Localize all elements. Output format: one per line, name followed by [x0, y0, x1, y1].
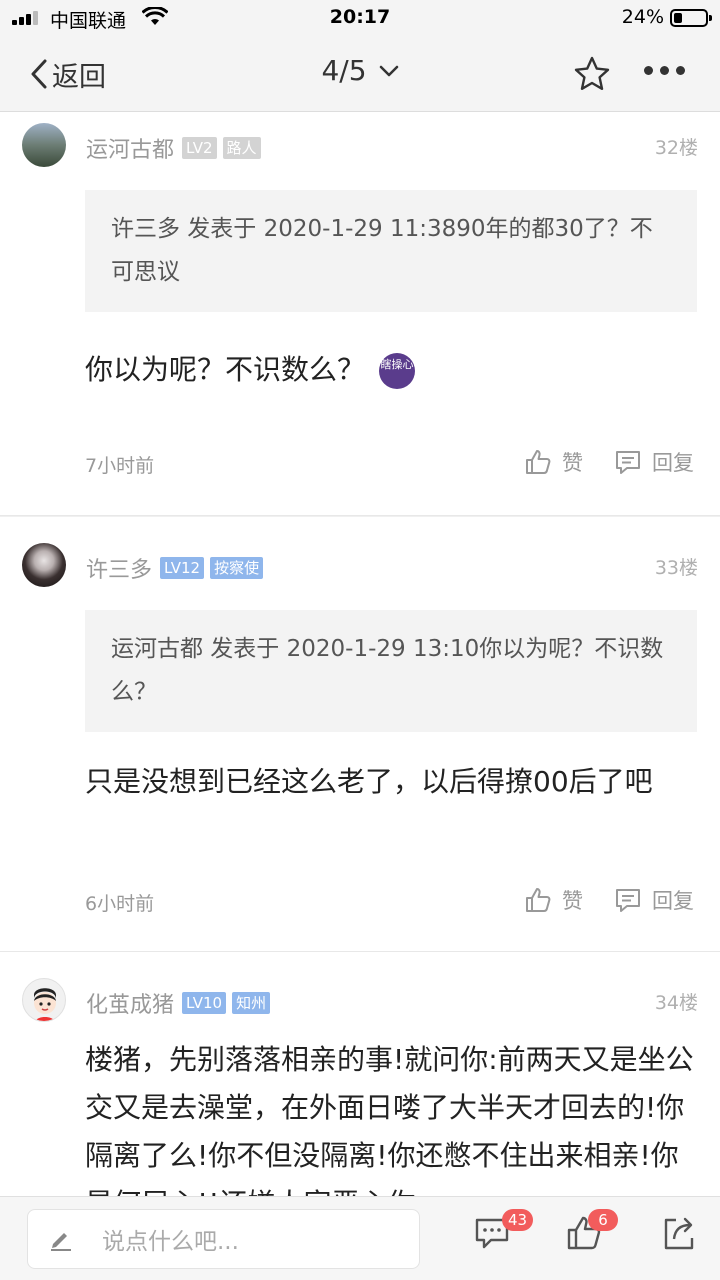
pencil-icon — [51, 1233, 71, 1251]
level-badge: LV2 — [182, 137, 217, 159]
like-count-badge: 6 — [588, 1209, 618, 1231]
username[interactable]: 化茧成猪 — [86, 987, 174, 1019]
floor-number: 32楼 — [654, 137, 698, 159]
reply-post: 化茧成猪 LV10 知州 34楼 楼猪，先别落落相亲的事!就问你:前两天又是坐公… — [0, 952, 720, 1196]
reply-post: 许三多 LV12 按察使 33楼 运河古都 发表于 2020-1-29 13:1… — [0, 516, 720, 952]
comment-count-badge: 43 — [502, 1209, 534, 1231]
reply-label: 回复 — [652, 451, 694, 475]
page-indicator: 4/5 — [321, 54, 367, 87]
like-label: 赞 — [562, 889, 583, 913]
reply-post: 运河古都 LV2 路人 32楼 许三多 发表于 2020-1-29 11:389… — [0, 112, 720, 516]
avatar[interactable] — [22, 978, 66, 1022]
reply-button[interactable]: 回复 — [614, 885, 694, 915]
post-time: 6小时前 — [85, 893, 155, 915]
level-badge: LV10 — [182, 992, 227, 1014]
cartoon-avatar-icon — [34, 988, 56, 1021]
share-button[interactable] — [662, 1215, 696, 1255]
post-time: 7小时前 — [85, 455, 155, 477]
emoji-sticker: 瞎操心 — [379, 353, 416, 389]
status-bar: 中国联通 20:17 24% — [0, 0, 720, 36]
battery-percent: 24% — [621, 6, 664, 28]
username[interactable]: 运河古都 — [86, 132, 174, 164]
star-favorite-icon[interactable] — [572, 54, 612, 94]
floor-number: 33楼 — [654, 557, 698, 579]
like-button[interactable]: 赞 — [524, 447, 583, 477]
reply-label: 回复 — [652, 889, 694, 913]
username[interactable]: 许三多 — [86, 552, 152, 584]
thumbs-up-icon — [526, 888, 551, 912]
comment-icon — [616, 889, 640, 912]
quote-block: 运河古都 发表于 2020-1-29 13:10你以为呢？不识数么？ — [85, 610, 697, 732]
like-label: 赞 — [562, 451, 583, 475]
chevron-down-icon — [379, 65, 398, 76]
like-thread-button[interactable]: 6 — [566, 1209, 618, 1255]
thumbs-up-icon — [526, 450, 551, 474]
post-body: 楼猪，先别落落相亲的事!就问你:前两天又是坐公交又是去澡堂，在外面日喽了大半天才… — [85, 1043, 694, 1196]
more-options-icon[interactable] — [644, 66, 685, 75]
title-badge: 知州 — [232, 992, 271, 1014]
reply-input[interactable]: 说点什么吧... — [27, 1209, 420, 1269]
reply-placeholder: 说点什么吧... — [102, 1229, 239, 1255]
quote-block: 许三多 发表于 2020-1-29 11:3890年的都30了？不可思议 — [85, 190, 697, 312]
reply-button[interactable]: 回复 — [614, 447, 694, 477]
title-badge: 路人 — [222, 137, 261, 159]
navigation-bar: 返回 4/5 — [0, 36, 720, 112]
avatar[interactable] — [22, 123, 66, 167]
post-body: 你以为呢？不识数么？ 瞎操心 — [85, 346, 695, 394]
avatar[interactable] — [22, 543, 66, 587]
bottom-bar: 说点什么吧... 43 6 — [0, 1196, 720, 1280]
post-body: 只是没想到已经这么老了，以后得撩00后了吧 — [85, 765, 653, 798]
comments-button[interactable]: 43 — [474, 1209, 534, 1255]
thread-content: 运河古都 LV2 路人 32楼 许三多 发表于 2020-1-29 11:389… — [0, 112, 720, 1196]
share-icon — [664, 1217, 694, 1250]
post-text: 你以为呢？不识数么？ — [85, 353, 366, 386]
level-badge: LV12 — [160, 557, 205, 579]
comment-icon — [616, 451, 640, 474]
floor-number: 34楼 — [654, 992, 698, 1014]
clock: 20:17 — [329, 6, 391, 28]
like-button[interactable]: 赞 — [524, 885, 583, 915]
title-badge: 按察使 — [210, 557, 264, 579]
battery-icon — [670, 9, 712, 27]
page-selector[interactable]: 4/5 — [321, 54, 398, 87]
